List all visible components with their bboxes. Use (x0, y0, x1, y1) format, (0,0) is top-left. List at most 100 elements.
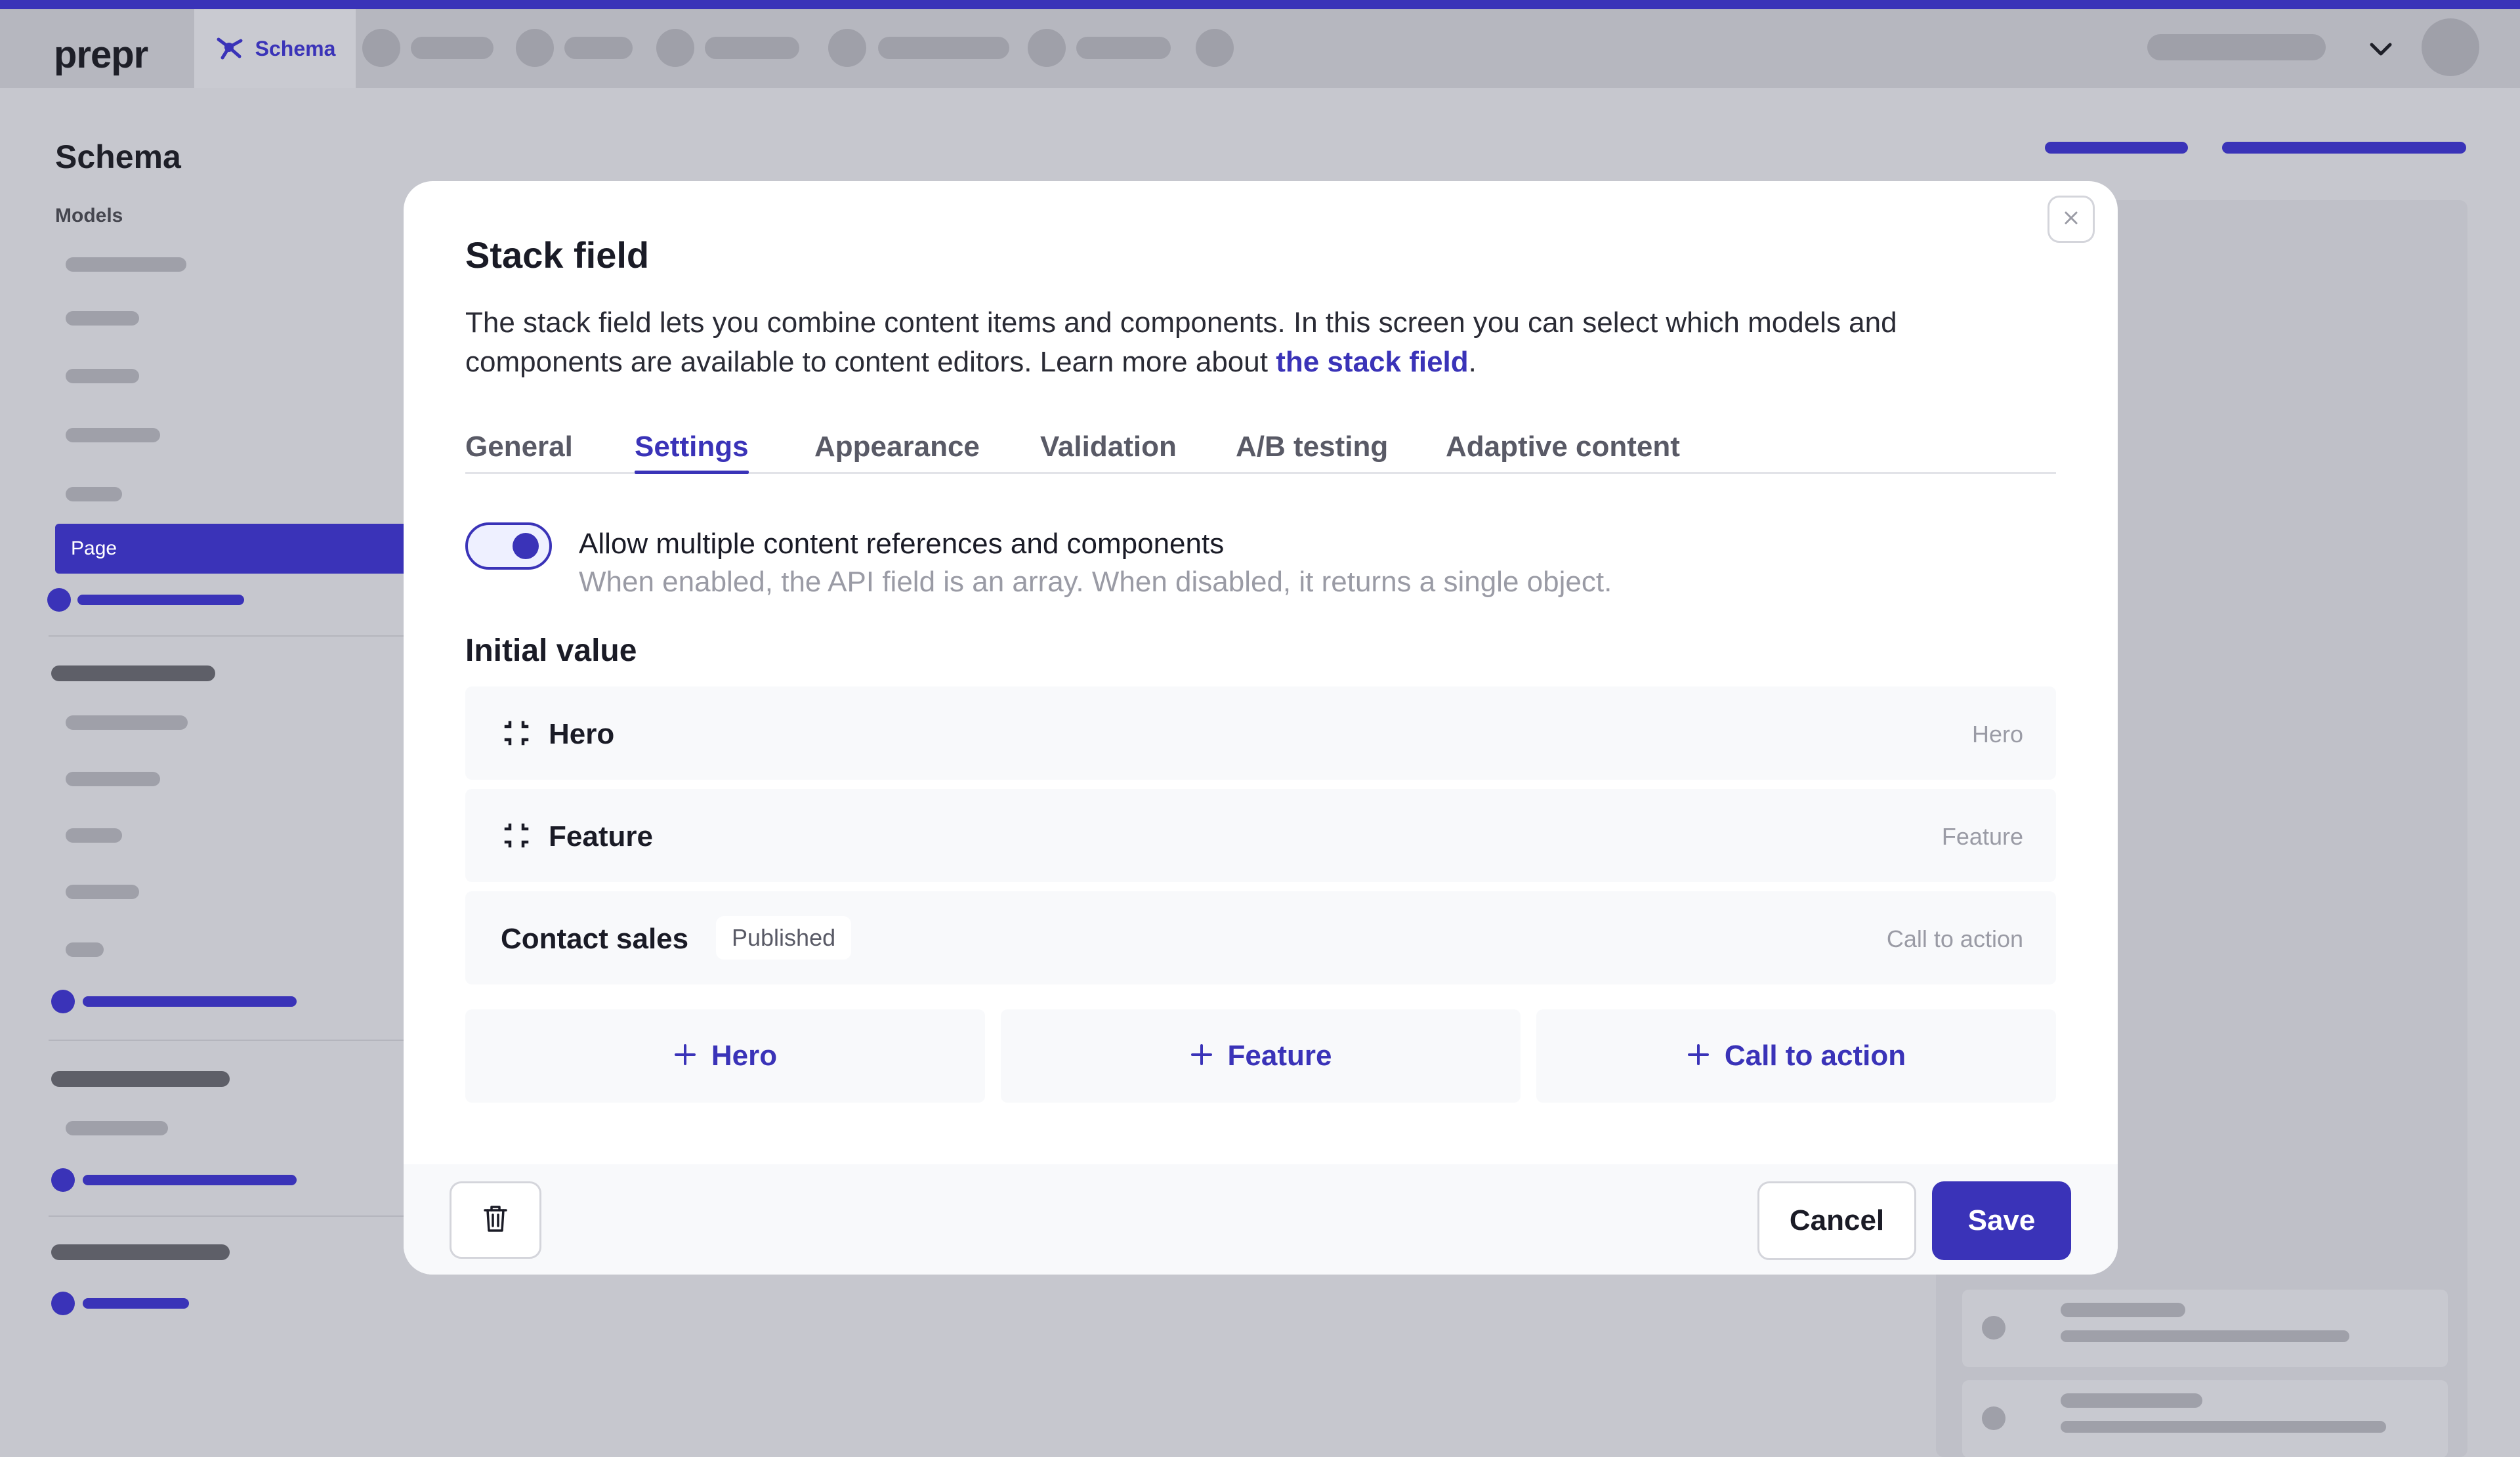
sidebar-item[interactable] (66, 428, 160, 442)
dialog-description-text: The stack field lets you combine content… (465, 306, 1897, 378)
sidebar-item[interactable] (66, 715, 188, 730)
dialog-description-end: . (1468, 346, 1477, 378)
dialog-footer: Cancel Save (404, 1164, 2118, 1275)
nav-placeholder-label[interactable] (1076, 37, 1171, 59)
stack-item-feature[interactable]: Feature Feature (465, 789, 2056, 882)
allow-multiple-help-text: When enabled, the API field is an array.… (579, 566, 1612, 598)
plus-icon (1687, 1043, 1710, 1070)
sidebar-item[interactable] (66, 311, 139, 326)
field-type-icon (1982, 1406, 2006, 1430)
sidebar-title: Schema (55, 138, 181, 175)
sidebar-item[interactable] (66, 1121, 168, 1135)
tab-appearance[interactable]: Appearance (814, 431, 980, 474)
nav-placeholder-label[interactable] (564, 37, 633, 59)
sidebar-link[interactable] (83, 1175, 297, 1185)
nav-placeholder-icon[interactable] (656, 29, 694, 67)
save-button[interactable]: Save (1932, 1181, 2071, 1260)
field-type-icon (1982, 1316, 2006, 1340)
allow-multiple-toggle[interactable] (465, 522, 552, 570)
add-hero-button[interactable]: Hero (465, 1009, 985, 1103)
sidebar-item-page-label: Page (71, 538, 117, 559)
allow-multiple-label: Allow multiple content references and co… (579, 528, 1225, 560)
header-action-link[interactable] (2222, 142, 2466, 154)
field-meta-placeholder (2061, 1330, 2349, 1342)
tab-general[interactable]: General (465, 431, 573, 474)
nav-placeholder-label[interactable] (878, 37, 1009, 59)
field-row[interactable] (1962, 1380, 2448, 1457)
field-row[interactable] (1962, 1290, 2448, 1367)
chevron-down-icon[interactable] (2368, 41, 2394, 62)
nav-placeholder-label[interactable] (411, 37, 494, 59)
divider (49, 635, 410, 637)
dialog-description: The stack field lets you combine content… (465, 303, 2053, 382)
stack-item-type: Hero (1971, 721, 2023, 748)
status-badge: Published (716, 916, 852, 960)
sidebar-bullet (51, 1168, 75, 1192)
sidebar-bullet (47, 588, 71, 612)
stack-item-name: Hero (549, 718, 615, 750)
divider (49, 1040, 410, 1041)
sidebar-group-heading (51, 1071, 230, 1087)
field-meta-placeholder (2061, 1421, 2386, 1433)
close-icon (2062, 209, 2080, 230)
sidebar-item[interactable] (66, 885, 139, 899)
stack-field-dialog: Stack field The stack field lets you com… (404, 181, 2118, 1275)
sidebar-section-label: Models (55, 205, 123, 226)
nav-placeholder-icon[interactable] (362, 29, 400, 67)
nav-placeholder-icon[interactable] (516, 29, 554, 67)
sidebar-item[interactable] (66, 942, 104, 957)
field-name-placeholder (2061, 1393, 2202, 1408)
nav-placeholder-icon[interactable] (1196, 29, 1234, 67)
close-button[interactable] (2048, 196, 2095, 243)
sidebar-link[interactable] (83, 996, 297, 1007)
tab-ab-testing[interactable]: A/B testing (1236, 431, 1388, 474)
tab-adaptive-content[interactable]: Adaptive content (1446, 431, 1680, 474)
tab-validation[interactable]: Validation (1040, 431, 1177, 474)
sidebar-item[interactable] (66, 369, 139, 383)
sidebar-group-heading (51, 1244, 230, 1260)
sidebar-bullet (51, 1292, 75, 1315)
logo[interactable]: prepr (54, 33, 148, 77)
divider (49, 1215, 410, 1217)
avatar[interactable] (2422, 18, 2479, 76)
add-feature-label: Feature (1227, 1040, 1332, 1072)
stack-item-name: Contact sales (501, 923, 689, 955)
sidebar-item[interactable] (66, 828, 122, 843)
stack-item-contact-sales[interactable]: Contact sales Published Call to action (465, 891, 2056, 984)
plus-icon (1190, 1043, 1213, 1070)
add-call-to-action-label: Call to action (1724, 1040, 1906, 1072)
stack-item-name: Feature (549, 820, 653, 853)
sidebar-item[interactable] (66, 487, 122, 501)
schema-icon (215, 34, 243, 64)
sidebar-group-heading (51, 665, 215, 681)
workspace-name-placeholder[interactable] (2147, 34, 2326, 60)
dialog-title: Stack field (465, 234, 650, 276)
sidebar-link[interactable] (77, 595, 244, 605)
nav-placeholder-icon[interactable] (1028, 29, 1066, 67)
component-icon[interactable] (503, 822, 530, 852)
component-icon[interactable] (503, 720, 530, 750)
sidebar-item[interactable] (66, 257, 186, 272)
cancel-button[interactable]: Cancel (1757, 1181, 1916, 1260)
trash-icon (482, 1204, 509, 1236)
nav-tab-schema-label: Schema (255, 36, 336, 60)
add-call-to-action-button[interactable]: Call to action (1536, 1009, 2056, 1103)
sidebar-link[interactable] (83, 1298, 189, 1309)
add-feature-button[interactable]: Feature (1001, 1009, 1521, 1103)
tab-settings[interactable]: Settings (635, 431, 749, 474)
initial-value-title: Initial value (465, 633, 637, 668)
stack-field-docs-link[interactable]: the stack field (1276, 346, 1468, 378)
nav-placeholder-icon[interactable] (828, 29, 866, 67)
stack-item-type: Call to action (1886, 925, 2023, 952)
sidebar-item-page[interactable]: Page (55, 524, 410, 574)
delete-button[interactable] (450, 1181, 541, 1259)
nav-tab-schema[interactable]: Schema (194, 9, 356, 88)
toggle-knob (513, 533, 539, 559)
top-navigation: prepr Schema (0, 9, 2520, 88)
sidebar-item[interactable] (66, 772, 160, 786)
nav-placeholder-label[interactable] (705, 37, 799, 59)
header-action-link[interactable] (2045, 142, 2188, 154)
field-name-placeholder (2061, 1303, 2185, 1317)
sidebar-bullet (51, 990, 75, 1013)
stack-item-hero[interactable]: Hero Hero (465, 686, 2056, 780)
